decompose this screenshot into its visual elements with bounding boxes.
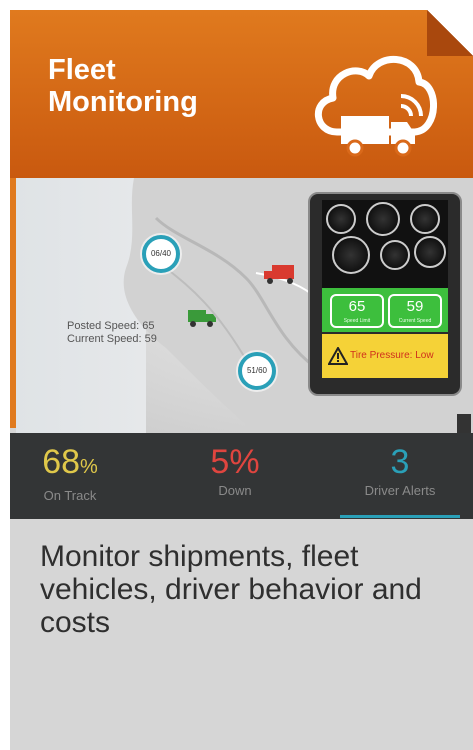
gauge-icon	[380, 240, 410, 270]
on-track-value: 68	[42, 443, 81, 481]
card-title: Fleet Monitoring	[48, 54, 198, 118]
gauge-cluster	[322, 200, 448, 288]
posted-speed: Posted Speed: 65	[67, 320, 155, 332]
map-pin-2[interactable]: 51/60	[238, 352, 276, 390]
map-pin-1[interactable]: 06/40	[142, 235, 180, 273]
stats-bar: 68% On Track 5% Down 3 Driver Alerts	[10, 433, 473, 519]
down-value: 5%	[210, 443, 260, 481]
speed-limit-box: 65 Speed Limit	[330, 294, 384, 328]
current-speed-box: 59 Current Speed	[388, 294, 442, 328]
speed-panel: 65 Speed Limit 59 Current Speed	[322, 288, 448, 332]
driver-alerts-label: Driver Alerts	[364, 483, 436, 498]
stat-driver-alerts[interactable]: 3 Driver Alerts	[340, 443, 460, 498]
card-header: Fleet Monitoring	[10, 10, 473, 178]
green-truck-icon[interactable]	[188, 308, 218, 328]
gauge-icon	[366, 202, 400, 236]
speed-limit-label: Speed Limit	[343, 318, 371, 324]
tire-alert: Tire Pressure: Low	[322, 334, 448, 378]
card-description: Monitor shipments, fleet vehicles, drive…	[40, 540, 422, 639]
current-speed-label: Current Speed	[398, 318, 432, 324]
red-truck-icon[interactable]	[264, 263, 300, 285]
on-track-label: On Track	[43, 488, 97, 503]
active-underline	[340, 515, 460, 518]
alert-text: Tire Pressure: Low	[350, 350, 434, 361]
current-speed-value: 59	[406, 298, 424, 315]
title-line-2: Monitoring	[48, 86, 198, 118]
vehicle-dashboard[interactable]: 65 Speed Limit 59 Current Speed Tire Pre…	[308, 192, 462, 396]
gauge-icon	[414, 236, 446, 268]
map-view[interactable]: 06/40 51/60 Posted Speed: 65 Current Spe…	[16, 178, 473, 433]
title-line-1: Fleet	[48, 54, 116, 86]
on-track-unit: %	[80, 456, 98, 478]
speed-limit-value: 65	[348, 298, 366, 315]
speed-readout: Posted Speed: 65 Current Speed: 59	[67, 320, 157, 346]
cloud-truck-icon	[314, 56, 437, 157]
gauge-icon	[326, 204, 356, 234]
driver-alerts-value: 3	[390, 443, 410, 481]
gauge-icon	[410, 204, 440, 234]
stat-value: 68%	[10, 443, 130, 486]
down-label: Down	[218, 483, 252, 498]
stat-on-track: 68% On Track	[10, 443, 130, 503]
current-speed: Current Speed: 59	[67, 333, 157, 345]
fleet-monitoring-card[interactable]: Fleet Monitoring 06/40 51/60 Posted Spee…	[10, 10, 473, 750]
stat-down: 5% Down	[175, 443, 295, 498]
warning-icon	[328, 347, 348, 365]
speedometer-icon	[332, 236, 370, 274]
